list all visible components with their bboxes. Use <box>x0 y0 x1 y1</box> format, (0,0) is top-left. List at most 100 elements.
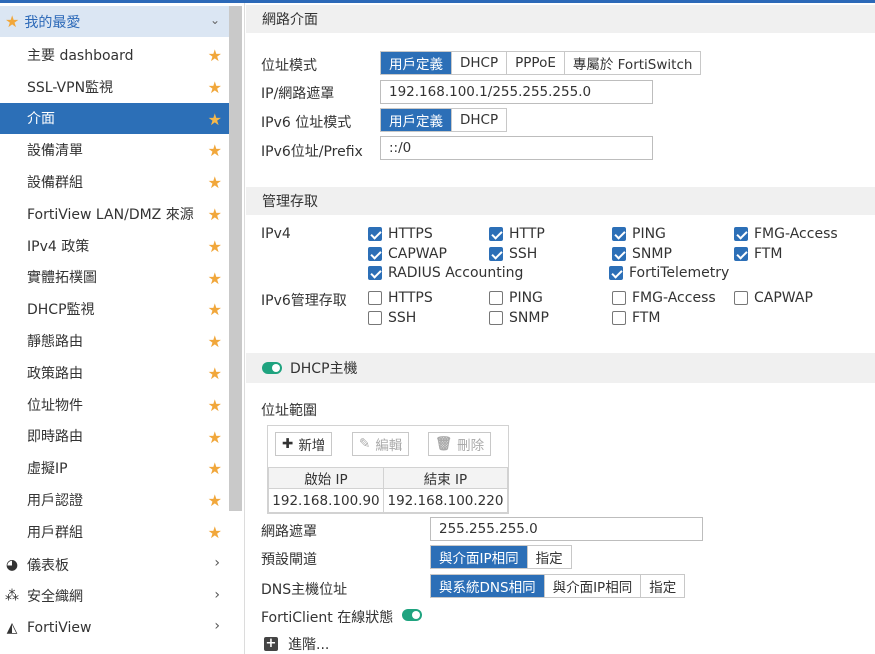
addr-mode-dhcp[interactable]: DHCP <box>452 52 508 74</box>
sidebar-item-fortiview-lan-dmz[interactable]: FortiView LAN/DMZ 來源 ★ <box>0 198 229 230</box>
ipv4-radius-accounting-checkbox[interactable]: RADIUS Accounting <box>368 265 523 281</box>
addr-mode-pppoe[interactable]: PPPoE <box>507 52 565 74</box>
advanced-expander[interactable]: + 進階... <box>264 634 329 654</box>
column-header-end-ip[interactable]: 結束 IP <box>382 467 509 489</box>
star-icon[interactable]: ★ <box>208 332 222 351</box>
checkbox-box[interactable] <box>612 311 626 325</box>
star-icon[interactable]: ★ <box>208 523 222 542</box>
dns-specify[interactable]: 指定 <box>641 575 685 597</box>
checkbox-box[interactable] <box>612 227 626 241</box>
star-icon[interactable]: ★ <box>208 46 222 65</box>
ipv4-https-checkbox[interactable]: HTTPS <box>368 226 433 242</box>
star-icon[interactable]: ★ <box>208 237 222 256</box>
ipv6-prefix-field[interactable]: ::/0 <box>380 136 653 160</box>
star-icon[interactable]: ★ <box>208 173 222 192</box>
add-range-button[interactable]: ✚ 新增 <box>275 432 333 456</box>
gateway-specify[interactable]: 指定 <box>527 546 571 568</box>
table-row[interactable]: 192.168.100.90 192.168.100.220 <box>268 488 509 513</box>
checkbox-box[interactable] <box>734 291 748 305</box>
sidebar-item-fortiview[interactable]: ◭ FortiView › <box>0 612 229 644</box>
ip-mask-field[interactable]: 192.168.100.1/255.255.255.0 <box>380 80 653 104</box>
dns-same-as-system[interactable]: 與系統DNS相同 <box>431 575 545 597</box>
checkbox-box[interactable] <box>368 311 382 325</box>
star-icon[interactable]: ★ <box>208 491 222 510</box>
star-icon[interactable]: ★ <box>208 78 222 97</box>
sidebar-item-device-inventory[interactable]: 設備清單 ★ <box>0 134 229 166</box>
sidebar-item-dhcp-monitor[interactable]: DHCP監視 ★ <box>0 293 229 325</box>
sidebar-scrollbar[interactable] <box>229 6 242 511</box>
ipv6-ssh-checkbox[interactable]: SSH <box>368 310 416 326</box>
star-icon[interactable]: ★ <box>208 459 222 478</box>
sidebar-item-virtual-ips[interactable]: 虛擬IP ★ <box>0 452 229 484</box>
checkbox-box[interactable] <box>489 311 503 325</box>
checkbox-box[interactable] <box>368 247 382 261</box>
checkbox-box[interactable] <box>368 266 382 280</box>
sidebar-item-security-fabric[interactable]: ⁂ 安全織網 › <box>0 581 229 613</box>
ipv6-https-checkbox[interactable]: HTTPS <box>368 290 433 306</box>
checkbox-box[interactable] <box>489 227 503 241</box>
ipv4-fmg-access-checkbox[interactable]: FMG-Access <box>734 226 838 242</box>
checkbox-label: CAPWAP <box>388 246 447 262</box>
sidebar-item-addresses[interactable]: 位址物件 ★ <box>0 389 229 421</box>
checkbox-box[interactable] <box>612 247 626 261</box>
delete-range-button[interactable]: 🗑 刪除 <box>428 432 492 456</box>
ipv4-ftm-checkbox[interactable]: FTM <box>734 246 782 262</box>
addr-mode-manual[interactable]: 用戶定義 <box>381 52 452 74</box>
ipv4-ping-checkbox[interactable]: PING <box>612 226 666 242</box>
checkbox-box[interactable] <box>734 227 748 241</box>
addr-mode-fortiswitch[interactable]: 專屬於 FortiSwitch <box>564 52 701 74</box>
netmask-field[interactable]: 255.255.255.0 <box>430 517 703 541</box>
checkbox-box[interactable] <box>734 247 748 261</box>
sidebar-item-user-auth[interactable]: 用戶認證 ★ <box>0 484 229 516</box>
ipv6-capwap-checkbox[interactable]: CAPWAP <box>734 290 813 306</box>
star-icon[interactable]: ★ <box>208 300 222 319</box>
checkbox-box[interactable] <box>368 227 382 241</box>
sidebar-item-ipv4-policy[interactable]: IPv4 政策 ★ <box>0 230 229 262</box>
gateway-same-as-interface[interactable]: 與介面IP相同 <box>431 546 528 568</box>
ipv4-ssh-checkbox[interactable]: SSH <box>489 246 537 262</box>
section-title: 管理存取 <box>262 194 318 210</box>
checkbox-box[interactable] <box>612 291 626 305</box>
favorites-header[interactable]: ★ 我的最愛 ⌄ <box>0 6 229 37</box>
ipv6-snmp-checkbox[interactable]: SNMP <box>489 310 549 326</box>
forticlient-status-toggle[interactable] <box>402 609 422 621</box>
checkbox-box[interactable] <box>609 266 623 280</box>
sidebar-item-user-groups[interactable]: 用戶群組 ★ <box>0 516 229 548</box>
column-header-start-ip[interactable]: 啟始 IP <box>268 467 384 489</box>
sidebar-item-dashboard[interactable]: 主要 dashboard ★ <box>0 39 229 71</box>
dns-same-as-interface[interactable]: 與介面IP相同 <box>544 575 642 597</box>
sidebar-item-physical-topology[interactable]: 實體拓樸圖 ★ <box>0 262 229 294</box>
checkbox-label: HTTPS <box>388 226 433 242</box>
sidebar: ★ 我的最愛 ⌄ 主要 dashboard ★ SSL-VPN監視 ★ 介面 ★ 設備… <box>0 3 245 654</box>
star-icon[interactable]: ★ <box>208 428 222 447</box>
star-icon[interactable]: ★ <box>208 141 222 160</box>
sidebar-item-ssl-vpn-monitor[interactable]: SSL-VPN監視 ★ <box>0 71 229 103</box>
star-icon[interactable]: ★ <box>208 205 222 224</box>
star-icon[interactable]: ★ <box>208 269 222 288</box>
ipv6-ping-checkbox[interactable]: PING <box>489 290 543 306</box>
dhcp-server-toggle[interactable] <box>262 362 282 374</box>
star-icon[interactable]: ★ <box>208 396 222 415</box>
sidebar-item-device-groups[interactable]: 設備群組 ★ <box>0 166 229 198</box>
sidebar-item-routing-monitor[interactable]: 即時路由 ★ <box>0 421 229 453</box>
sidebar-item-static-routes[interactable]: 靜態路由 ★ <box>0 325 229 357</box>
ipv4-http-checkbox[interactable]: HTTP <box>489 226 545 242</box>
ipv6-mode-manual[interactable]: 用戶定義 <box>381 109 452 131</box>
checkbox-box[interactable] <box>489 291 503 305</box>
checkbox-box[interactable] <box>489 247 503 261</box>
sidebar-item-interfaces[interactable]: 介面 ★ <box>0 102 229 135</box>
button-label: 編輯 <box>375 438 403 454</box>
star-icon[interactable]: ★ <box>208 110 222 129</box>
sidebar-item-policy-routes[interactable]: 政策路由 ★ <box>0 357 229 389</box>
ipv6-ftm-checkbox[interactable]: FTM <box>612 310 660 326</box>
ipv6-fmg-access-checkbox[interactable]: FMG-Access <box>612 290 716 306</box>
checkbox-box[interactable] <box>368 291 382 305</box>
ipv4-fortitelemetry-checkbox[interactable]: FortiTelemetry <box>609 265 729 281</box>
sidebar-item-dashboard-menu[interactable]: ◕ 儀表板 › <box>0 549 229 581</box>
ipv4-capwap-checkbox[interactable]: CAPWAP <box>368 246 447 262</box>
star-icon[interactable]: ★ <box>208 364 222 383</box>
ipv4-snmp-checkbox[interactable]: SNMP <box>612 246 672 262</box>
edit-range-button[interactable]: ✎ 編輯 <box>352 432 410 456</box>
dns-server-selector: 與系統DNS相同 與介面IP相同 指定 <box>430 574 686 598</box>
ipv6-mode-dhcp[interactable]: DHCP <box>452 109 507 131</box>
